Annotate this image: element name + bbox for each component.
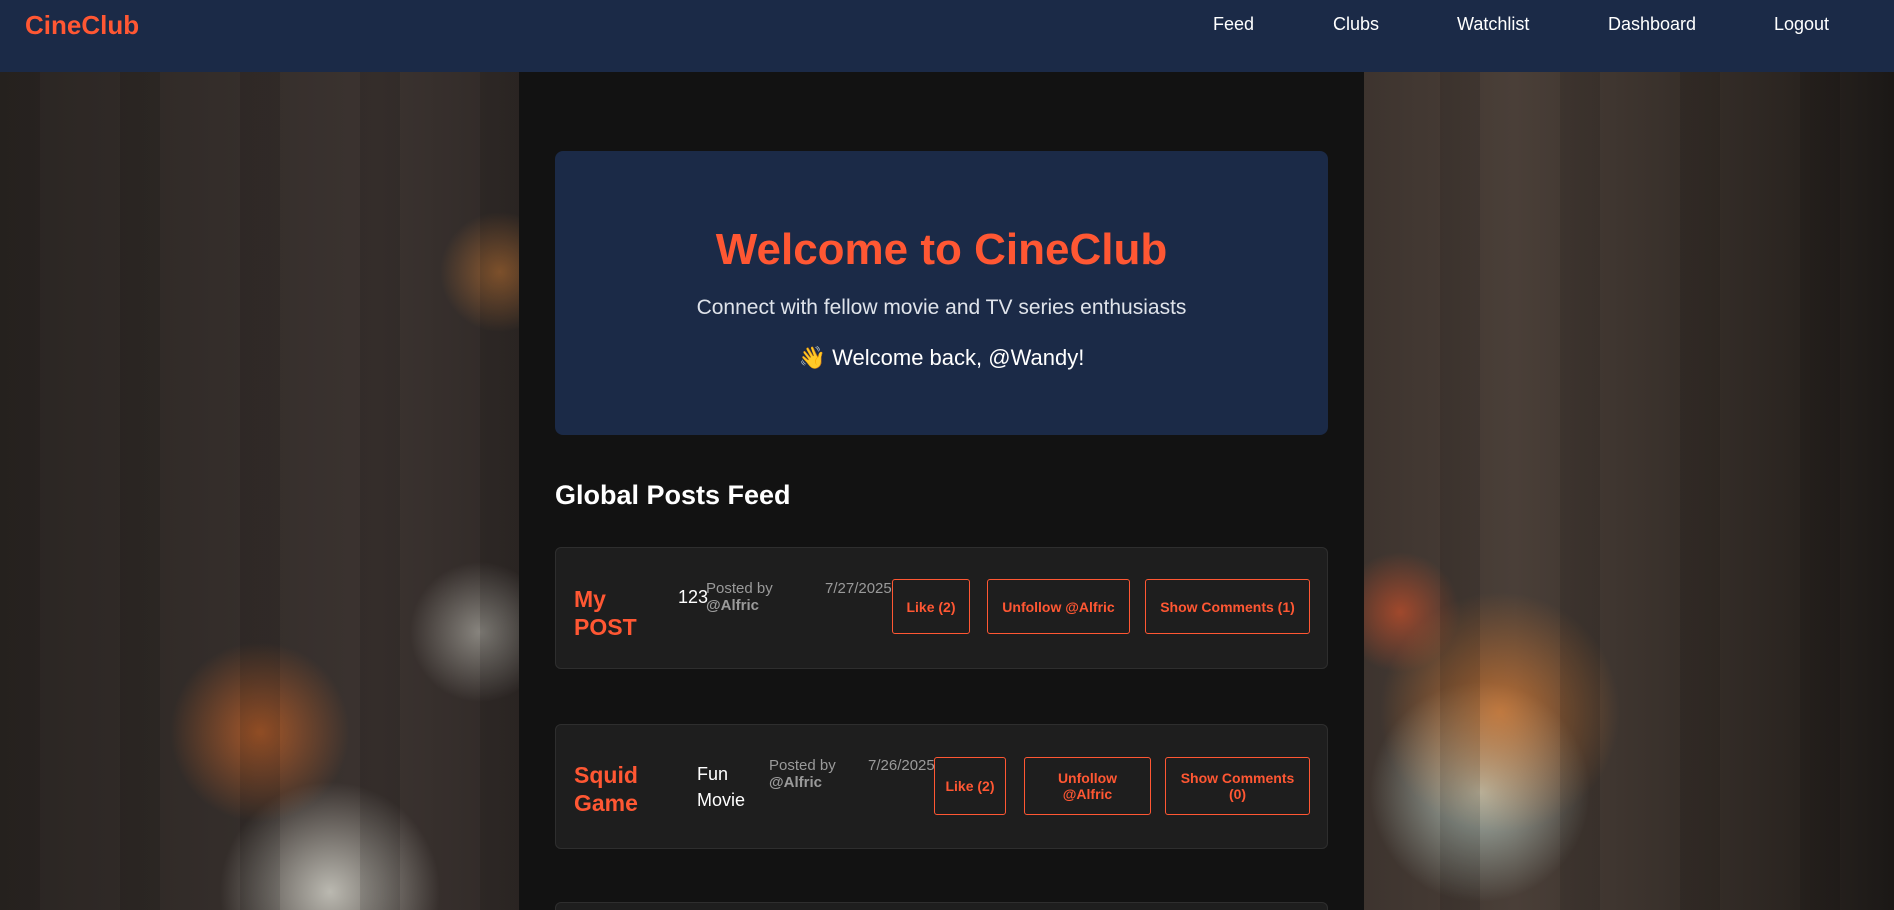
show-comments-button[interactable]: Show Comments (0) <box>1165 757 1310 815</box>
unfollow-button[interactable]: Unfollow @Alfric <box>1024 757 1151 815</box>
main-content: Welcome to CineClub Connect with fellow … <box>519 72 1364 910</box>
post-card: Squid Game Fun Movie Posted by @Alfric 7… <box>555 724 1328 849</box>
nav-link-logout[interactable]: Logout <box>1774 14 1829 35</box>
post-meta: Posted by @Alfric <box>769 757 836 791</box>
nav-link-dashboard[interactable]: Dashboard <box>1608 14 1696 35</box>
hero-subtitle: Connect with fellow movie and TV series … <box>696 296 1187 319</box>
post-content: Fun Movie <box>697 764 746 810</box>
post-card: My POST 123 Posted by @Alfric 7/27/2025 … <box>555 547 1328 669</box>
unfollow-button[interactable]: Unfollow @Alfric <box>987 579 1130 634</box>
nav-link-clubs[interactable]: Clubs <box>1333 14 1379 35</box>
post-card-partial <box>555 902 1328 910</box>
brand-logo[interactable]: CineClub <box>25 10 139 41</box>
like-button[interactable]: Like (2) <box>892 579 970 634</box>
like-button[interactable]: Like (2) <box>934 757 1006 815</box>
nav-link-watchlist[interactable]: Watchlist <box>1457 14 1529 35</box>
feed-heading: Global Posts Feed <box>555 480 791 510</box>
show-comments-button[interactable]: Show Comments (1) <box>1145 579 1310 634</box>
post-author[interactable]: @Alfric <box>769 774 836 791</box>
welcome-message: 👋 Welcome back, @Wandy! <box>798 345 1085 370</box>
nav-link-feed[interactable]: Feed <box>1213 14 1254 35</box>
posted-by-label: Posted by <box>769 757 836 774</box>
post-date: 7/27/2025 <box>825 580 892 597</box>
welcome-banner: Welcome to CineClub Connect with fellow … <box>555 151 1328 435</box>
post-author[interactable]: @Alfric <box>706 597 773 614</box>
hero-title: Welcome to CineClub <box>715 225 1168 274</box>
post-title: My POST <box>574 586 637 640</box>
post-meta: Posted by @Alfric <box>706 580 773 614</box>
post-date: 7/26/2025 <box>868 757 935 774</box>
post-content: 123 <box>678 587 709 607</box>
navbar: CineClub Feed Clubs Watchlist Dashboard … <box>0 0 1894 72</box>
posted-by-label: Posted by <box>706 580 773 597</box>
post-title: Squid Game <box>574 762 638 816</box>
